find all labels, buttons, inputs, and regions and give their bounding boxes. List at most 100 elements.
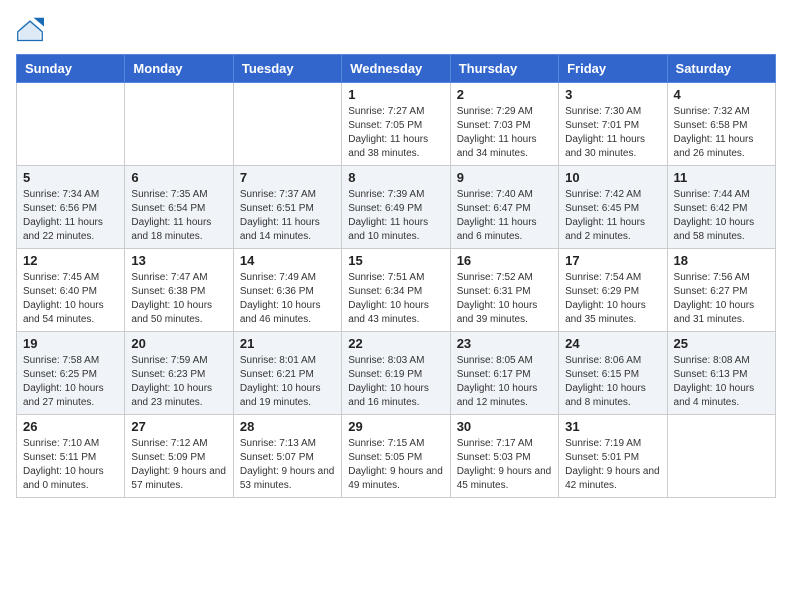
calendar-cell: 30 Sunrise: 7:17 AM Sunset: 5:03 PM Dayli… [450,415,558,498]
day-info: Sunrise: 7:30 AM Sunset: 7:01 PM Dayligh… [565,105,660,161]
day-info: Sunrise: 7:15 AM Sunset: 5:05 PM Dayligh… [348,437,443,493]
day-info: Sunrise: 7:52 AM Sunset: 6:31 PM Dayligh… [457,271,552,327]
calendar-cell: 26 Sunrise: 7:10 AM Sunset: 5:11 PM Dayli… [17,415,125,498]
day-info: Sunrise: 7:27 AM Sunset: 7:05 PM Dayligh… [348,105,443,161]
day-info: Sunrise: 7:19 AM Sunset: 5:01 PM Dayligh… [565,437,660,493]
day-info: Sunrise: 7:49 AM Sunset: 6:36 PM Dayligh… [240,271,335,327]
day-number: 31 [565,419,660,434]
day-info: Sunrise: 7:37 AM Sunset: 6:51 PM Dayligh… [240,188,335,244]
calendar-cell: 15 Sunrise: 7:51 AM Sunset: 6:34 PM Dayli… [342,249,450,332]
day-info: Sunrise: 7:44 AM Sunset: 6:42 PM Dayligh… [674,188,769,244]
day-number: 5 [23,170,118,185]
day-info: Sunrise: 7:34 AM Sunset: 6:56 PM Dayligh… [23,188,118,244]
day-number: 29 [348,419,443,434]
day-info: Sunrise: 7:35 AM Sunset: 6:54 PM Dayligh… [131,188,226,244]
day-number: 28 [240,419,335,434]
calendar-cell: 7 Sunrise: 7:37 AM Sunset: 6:51 PM Daylig… [233,166,341,249]
weekday-header: Thursday [450,55,558,83]
calendar-cell: 11 Sunrise: 7:44 AM Sunset: 6:42 PM Dayli… [667,166,775,249]
weekday-header: Tuesday [233,55,341,83]
calendar-cell: 14Sunrise: 7:49 AM Sunset: 6:36 PM Dayli… [233,249,341,332]
calendar-cell: 6 Sunrise: 7:35 AM Sunset: 6:54 PM Daylig… [125,166,233,249]
calendar-cell: 5 Sunrise: 7:34 AM Sunset: 6:56 PM Daylig… [17,166,125,249]
day-number: 8 [348,170,443,185]
day-number: 20 [131,336,226,351]
calendar-cell: 1Sunrise: 7:27 AM Sunset: 7:05 PM Daylig… [342,83,450,166]
calendar-cell: 4Sunrise: 7:32 AM Sunset: 6:58 PM Daylig… [667,83,775,166]
day-info: Sunrise: 7:59 AM Sunset: 6:23 PM Dayligh… [131,354,226,410]
weekday-header: Friday [559,55,667,83]
calendar-cell [667,415,775,498]
day-info: Sunrise: 7:40 AM Sunset: 6:47 PM Dayligh… [457,188,552,244]
calendar-table: SundayMondayTuesdayWednesdayThursdayFrid… [16,54,776,498]
calendar-cell: 20 Sunrise: 7:59 AM Sunset: 6:23 PM Dayli… [125,332,233,415]
day-info: Sunrise: 7:17 AM Sunset: 5:03 PM Dayligh… [457,437,552,493]
day-info: Sunrise: 7:42 AM Sunset: 6:45 PM Dayligh… [565,188,660,244]
calendar-cell [17,83,125,166]
day-info: Sunrise: 7:47 AM Sunset: 6:38 PM Dayligh… [131,271,226,327]
day-info: Sunrise: 7:56 AM Sunset: 6:27 PM Dayligh… [674,271,769,327]
calendar-cell: 16 Sunrise: 7:52 AM Sunset: 6:31 PM Dayli… [450,249,558,332]
calendar-cell: 29 Sunrise: 7:15 AM Sunset: 5:05 PM Dayli… [342,415,450,498]
calendar-cell: 9Sunrise: 7:40 AM Sunset: 6:47 PM Daylig… [450,166,558,249]
calendar-cell: 22Sunrise: 8:03 AM Sunset: 6:19 PM Dayli… [342,332,450,415]
calendar-cell: 25 Sunrise: 8:08 AM Sunset: 6:13 PM Dayli… [667,332,775,415]
day-info: Sunrise: 7:13 AM Sunset: 5:07 PM Dayligh… [240,437,335,493]
day-info: Sunrise: 7:29 AM Sunset: 7:03 PM Dayligh… [457,105,552,161]
day-number: 19 [23,336,118,351]
calendar-week-row: 12Sunrise: 7:45 AM Sunset: 6:40 PM Dayli… [17,249,776,332]
day-info: Sunrise: 7:58 AM Sunset: 6:25 PM Dayligh… [23,354,118,410]
day-info: Sunrise: 7:12 AM Sunset: 5:09 PM Dayligh… [131,437,226,493]
day-info: Sunrise: 8:01 AM Sunset: 6:21 PM Dayligh… [240,354,335,410]
calendar-cell [125,83,233,166]
page-header [16,16,776,44]
day-number: 26 [23,419,118,434]
day-number: 7 [240,170,335,185]
day-info: Sunrise: 7:39 AM Sunset: 6:49 PM Dayligh… [348,188,443,244]
calendar-cell: 13Sunrise: 7:47 AM Sunset: 6:38 PM Dayli… [125,249,233,332]
day-number: 17 [565,253,660,268]
calendar-cell [233,83,341,166]
calendar-cell: 28 Sunrise: 7:13 AM Sunset: 5:07 PM Dayli… [233,415,341,498]
day-number: 30 [457,419,552,434]
calendar-header-row: SundayMondayTuesdayWednesdayThursdayFrid… [17,55,776,83]
calendar-cell: 17 Sunrise: 7:54 AM Sunset: 6:29 PM Dayli… [559,249,667,332]
day-info: Sunrise: 7:45 AM Sunset: 6:40 PM Dayligh… [23,271,118,327]
day-number: 24 [565,336,660,351]
day-info: Sunrise: 8:05 AM Sunset: 6:17 PM Dayligh… [457,354,552,410]
day-number: 25 [674,336,769,351]
day-info: Sunrise: 8:06 AM Sunset: 6:15 PM Dayligh… [565,354,660,410]
day-info: Sunrise: 8:03 AM Sunset: 6:19 PM Dayligh… [348,354,443,410]
day-info: Sunrise: 7:32 AM Sunset: 6:58 PM Dayligh… [674,105,769,161]
calendar-cell: 8 Sunrise: 7:39 AM Sunset: 6:49 PM Daylig… [342,166,450,249]
day-info: Sunrise: 7:51 AM Sunset: 6:34 PM Dayligh… [348,271,443,327]
day-number: 16 [457,253,552,268]
day-info: Sunrise: 8:08 AM Sunset: 6:13 PM Dayligh… [674,354,769,410]
calendar-cell: 31 Sunrise: 7:19 AM Sunset: 5:01 PM Dayli… [559,415,667,498]
day-info: Sunrise: 7:10 AM Sunset: 5:11 PM Dayligh… [23,437,118,493]
calendar-cell: 18 Sunrise: 7:56 AM Sunset: 6:27 PM Dayli… [667,249,775,332]
day-number: 21 [240,336,335,351]
logo [16,16,48,44]
logo-icon [16,16,44,44]
calendar-cell: 27 Sunrise: 7:12 AM Sunset: 5:09 PM Dayli… [125,415,233,498]
weekday-header: Sunday [17,55,125,83]
day-number: 6 [131,170,226,185]
day-number: 15 [348,253,443,268]
calendar-cell: 2Sunrise: 7:29 AM Sunset: 7:03 PM Daylig… [450,83,558,166]
weekday-header: Saturday [667,55,775,83]
calendar-cell: 23 Sunrise: 8:05 AM Sunset: 6:17 PM Dayli… [450,332,558,415]
day-number: 11 [674,170,769,185]
calendar-week-row: 1Sunrise: 7:27 AM Sunset: 7:05 PM Daylig… [17,83,776,166]
calendar-cell: 12Sunrise: 7:45 AM Sunset: 6:40 PM Dayli… [17,249,125,332]
day-info: Sunrise: 7:54 AM Sunset: 6:29 PM Dayligh… [565,271,660,327]
day-number: 10 [565,170,660,185]
day-number: 27 [131,419,226,434]
day-number: 18 [674,253,769,268]
calendar-cell: 19 Sunrise: 7:58 AM Sunset: 6:25 PM Dayli… [17,332,125,415]
calendar-cell: 24 Sunrise: 8:06 AM Sunset: 6:15 PM Dayli… [559,332,667,415]
calendar-week-row: 5 Sunrise: 7:34 AM Sunset: 6:56 PM Daylig… [17,166,776,249]
day-number: 3 [565,87,660,102]
day-number: 23 [457,336,552,351]
weekday-header: Wednesday [342,55,450,83]
